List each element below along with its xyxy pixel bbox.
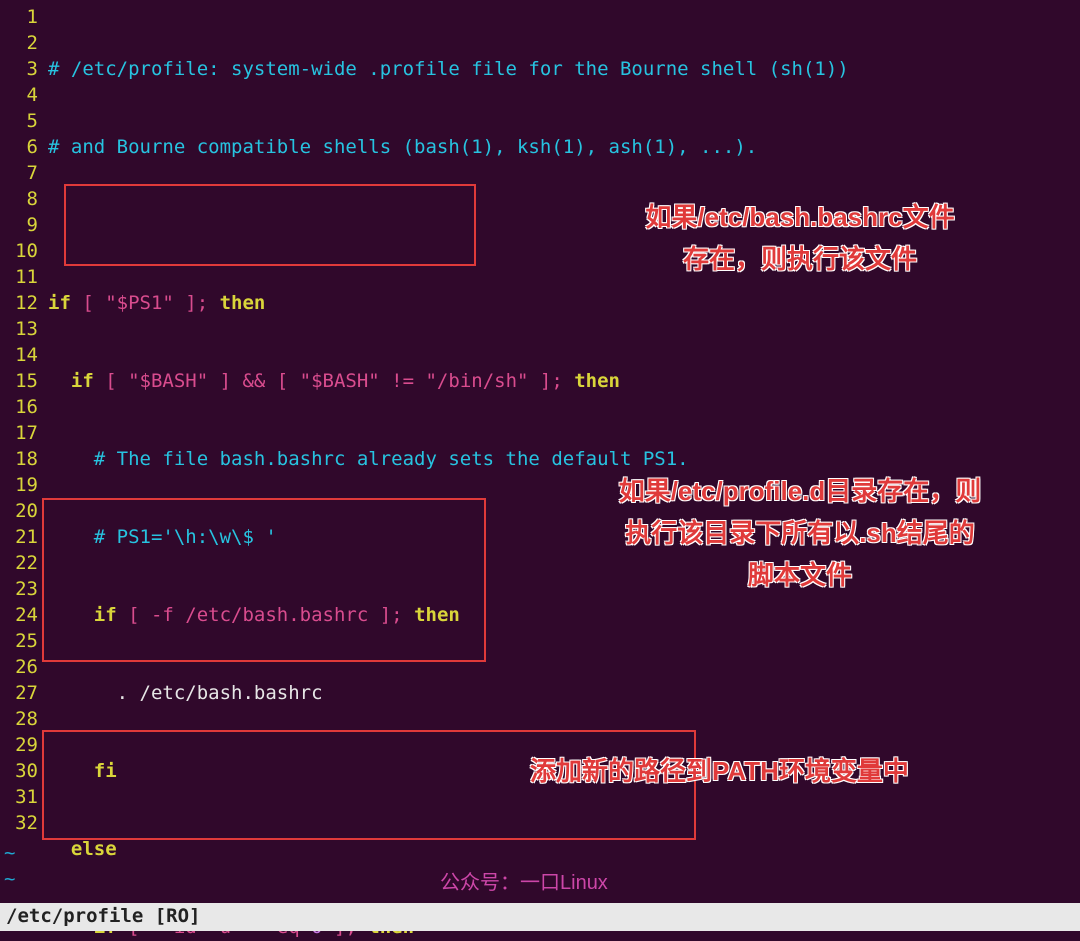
lineno: 27	[0, 680, 44, 706]
watermark-text: 公众号：一口Linux	[440, 870, 608, 896]
annotation-text-1: 如果/etc/bash.bashrc文件 存在，则执行该文件	[580, 196, 1020, 280]
lineno: 6	[0, 134, 44, 160]
lineno: 21	[0, 524, 44, 550]
line-number-gutter: 1 2 3 4 5 6 7 8 9 10 11 12 13 14 15 16 1…	[0, 0, 44, 836]
code-text: # /etc/profile: system-wide .profile fil…	[48, 58, 849, 80]
annotation-line: 存在，则执行该文件	[580, 238, 1020, 280]
annotation-line: 如果/etc/bash.bashrc文件	[580, 196, 1020, 238]
code-text: [ "$PS1" ];	[71, 292, 220, 314]
lineno: 18	[0, 446, 44, 472]
code-text: # and Bourne compatible shells (bash(1),…	[48, 136, 757, 158]
code-text: # PS1='\h:\w\$ '	[48, 526, 277, 548]
lineno: 29	[0, 732, 44, 758]
code-text: # The file bash.bashrc already sets the …	[48, 448, 689, 470]
annotation-line: 如果/etc/profile.d目录存在，则	[540, 470, 1060, 512]
lineno: 8	[0, 186, 44, 212]
lineno: 14	[0, 342, 44, 368]
tilde-icon: ~	[4, 866, 15, 892]
kw-then: then	[220, 292, 266, 314]
kw-then: then	[574, 370, 620, 392]
lineno: 17	[0, 420, 44, 446]
lineno: 31	[0, 784, 44, 810]
lineno: 26	[0, 654, 44, 680]
lineno: 32	[0, 810, 44, 836]
lineno: 10	[0, 238, 44, 264]
lineno: 9	[0, 212, 44, 238]
status-bar: /etc/profile [RO]	[0, 903, 1080, 931]
annotation-line: 执行该目录下所有以.sh结尾的	[540, 512, 1060, 554]
lineno: 30	[0, 758, 44, 784]
lineno: 19	[0, 472, 44, 498]
tilde-icon: ~	[4, 840, 15, 866]
lineno: 23	[0, 576, 44, 602]
lineno: 22	[0, 550, 44, 576]
code-text: [ -f /etc/bash.bashrc ];	[117, 604, 414, 626]
status-readonly-badge: [RO]	[155, 905, 201, 927]
lineno: 24	[0, 602, 44, 628]
annotation-line: 脚本文件	[540, 554, 1060, 596]
lineno: 20	[0, 498, 44, 524]
lineno: 4	[0, 82, 44, 108]
code-text: . /etc/bash.bashrc	[48, 682, 323, 704]
lineno: 2	[0, 30, 44, 56]
lineno: 15	[0, 368, 44, 394]
lineno: 12	[0, 290, 44, 316]
code-text: [ "$BASH" ] && [ "$BASH" != "/bin/sh" ];	[94, 370, 574, 392]
lineno: 11	[0, 264, 44, 290]
kw-if: if	[48, 370, 94, 392]
vim-window: 1 2 3 4 5 6 7 8 9 10 11 12 13 14 15 16 1…	[0, 0, 1080, 941]
lineno: 28	[0, 706, 44, 732]
kw-else: else	[48, 838, 117, 860]
kw-if: if	[48, 604, 117, 626]
annotation-text-3: 添加新的路径到PATH环境变量中	[530, 750, 909, 792]
lineno: 13	[0, 316, 44, 342]
kw-then: then	[414, 604, 460, 626]
kw-if: if	[48, 292, 71, 314]
lineno: 7	[0, 160, 44, 186]
kw-fi: fi	[48, 760, 117, 782]
lineno: 5	[0, 108, 44, 134]
lineno: 25	[0, 628, 44, 654]
status-filename: /etc/profile	[6, 905, 143, 927]
lineno: 1	[0, 4, 44, 30]
lineno: 16	[0, 394, 44, 420]
lineno: 3	[0, 56, 44, 82]
annotation-text-2: 如果/etc/profile.d目录存在，则 执行该目录下所有以.sh结尾的 脚…	[540, 470, 1060, 596]
